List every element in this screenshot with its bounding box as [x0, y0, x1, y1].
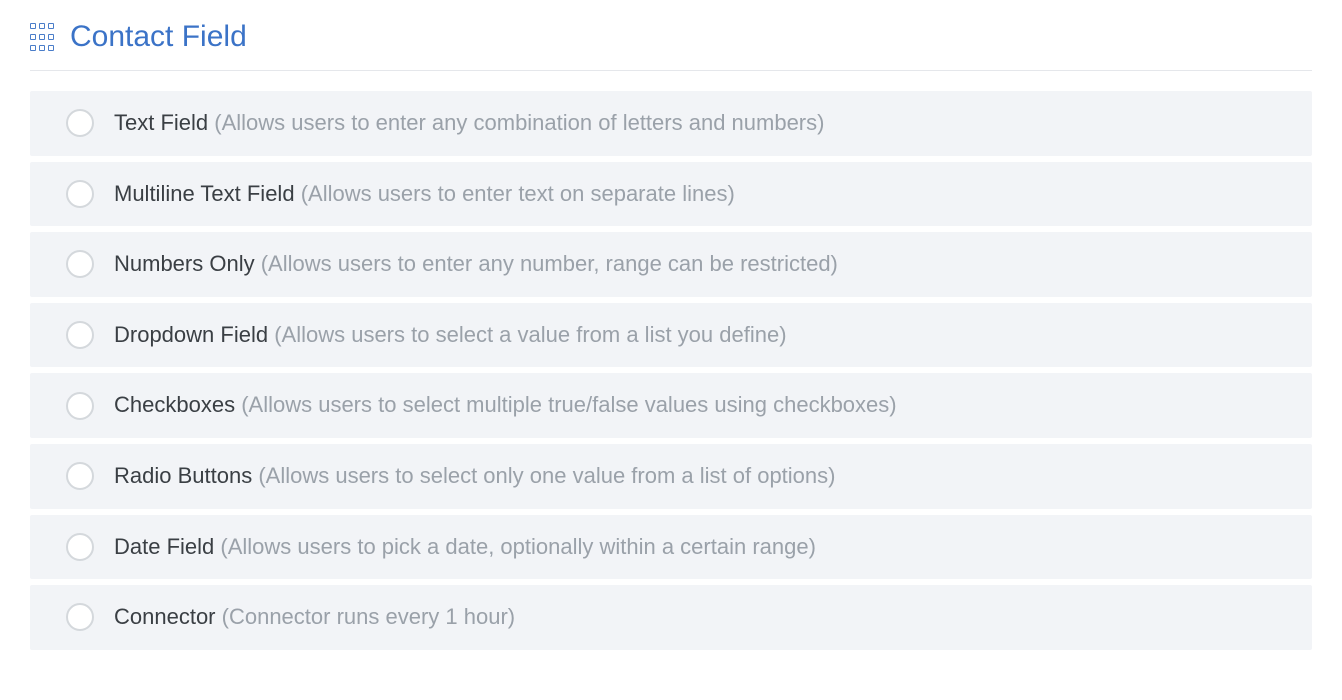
- field-option-description: (Allows users to enter text on separate …: [301, 181, 735, 206]
- field-option-text: Multiline Text Field (Allows users to en…: [114, 180, 735, 209]
- radio-icon: [66, 250, 94, 278]
- field-option-name: Radio Buttons: [114, 463, 252, 488]
- field-option-text: Dropdown Field (Allows users to select a…: [114, 321, 787, 350]
- field-option-description: (Allows users to pick a date, optionally…: [220, 534, 816, 559]
- section-title: Contact Field: [70, 20, 247, 54]
- field-option-dropdown-field[interactable]: Dropdown Field (Allows users to select a…: [30, 303, 1312, 368]
- field-option-name: Numbers Only: [114, 251, 255, 276]
- field-type-list: Text Field (Allows users to enter any co…: [30, 91, 1312, 650]
- field-option-description: (Connector runs every 1 hour): [222, 604, 515, 629]
- field-option-text: Connector (Connector runs every 1 hour): [114, 603, 515, 632]
- field-option-name: Dropdown Field: [114, 322, 268, 347]
- field-option-text: Checkboxes (Allows users to select multi…: [114, 391, 897, 420]
- field-option-description: (Allows users to select a value from a l…: [274, 322, 786, 347]
- radio-icon: [66, 321, 94, 349]
- radio-icon: [66, 180, 94, 208]
- radio-icon: [66, 462, 94, 490]
- field-option-name: Connector: [114, 604, 216, 629]
- radio-icon: [66, 392, 94, 420]
- field-option-checkboxes[interactable]: Checkboxes (Allows users to select multi…: [30, 373, 1312, 438]
- field-option-description: (Allows users to enter any combination o…: [214, 110, 824, 135]
- field-option-multiline-text-field[interactable]: Multiline Text Field (Allows users to en…: [30, 162, 1312, 227]
- radio-icon: [66, 603, 94, 631]
- field-option-date-field[interactable]: Date Field (Allows users to pick a date,…: [30, 515, 1312, 580]
- grid-icon: [30, 23, 58, 51]
- field-option-description: (Allows users to enter any number, range…: [261, 251, 838, 276]
- field-option-name: Multiline Text Field: [114, 181, 295, 206]
- field-option-connector[interactable]: Connector (Connector runs every 1 hour): [30, 585, 1312, 650]
- field-option-name: Date Field: [114, 534, 214, 559]
- field-option-description: (Allows users to select multiple true/fa…: [241, 392, 896, 417]
- field-option-name: Text Field: [114, 110, 208, 135]
- field-option-text: Radio Buttons (Allows users to select on…: [114, 462, 835, 491]
- section-header: Contact Field: [30, 20, 1312, 71]
- field-option-text: Text Field (Allows users to enter any co…: [114, 109, 824, 138]
- field-option-name: Checkboxes: [114, 392, 235, 417]
- field-option-numbers-only[interactable]: Numbers Only (Allows users to enter any …: [30, 232, 1312, 297]
- radio-icon: [66, 109, 94, 137]
- field-option-text: Date Field (Allows users to pick a date,…: [114, 533, 816, 562]
- radio-icon: [66, 533, 94, 561]
- field-option-description: (Allows users to select only one value f…: [258, 463, 835, 488]
- field-option-text: Numbers Only (Allows users to enter any …: [114, 250, 838, 279]
- field-option-text-field[interactable]: Text Field (Allows users to enter any co…: [30, 91, 1312, 156]
- field-option-radio-buttons[interactable]: Radio Buttons (Allows users to select on…: [30, 444, 1312, 509]
